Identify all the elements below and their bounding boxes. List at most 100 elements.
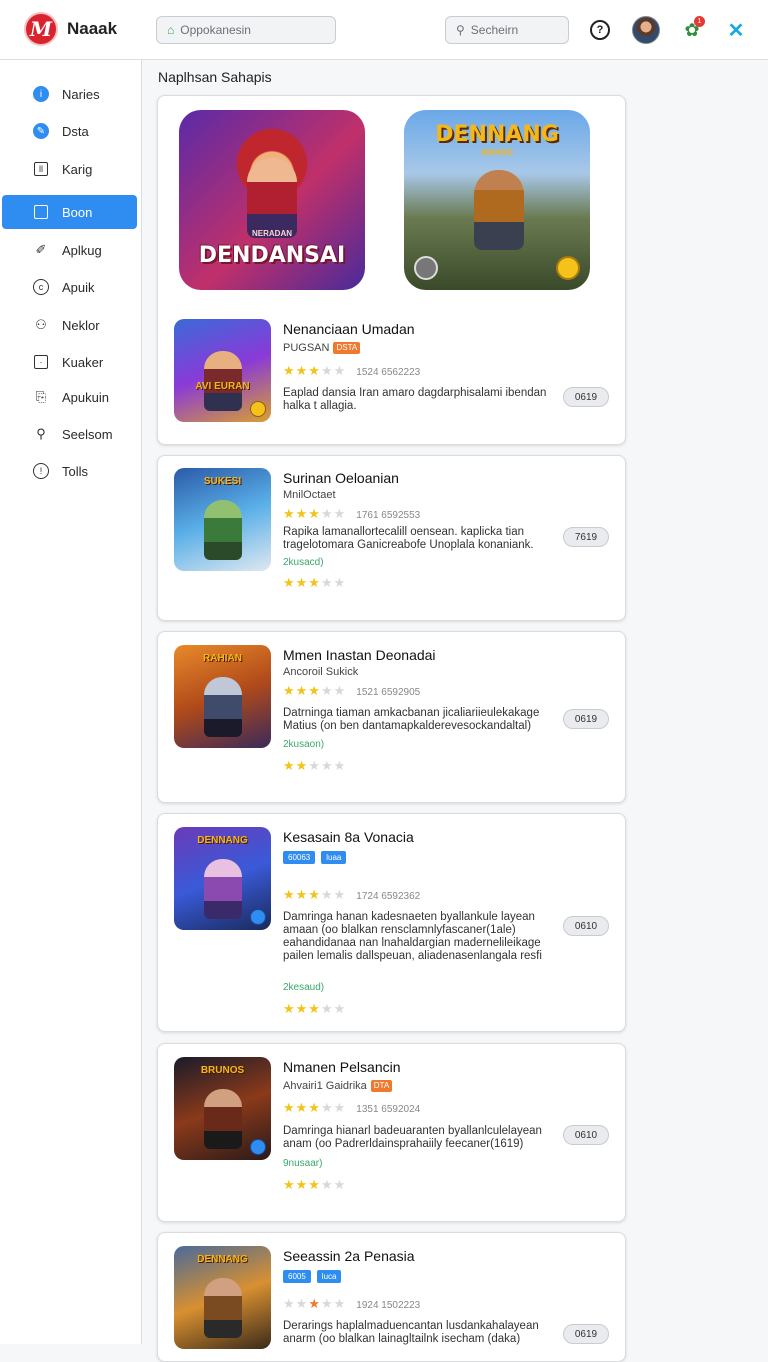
game-card: BRUNOS Nmanen Pelsancin Ahvairi1 Gaidrik… bbox=[157, 1043, 626, 1222]
filter-field[interactable]: ⌂ Oppokanesin bbox=[156, 16, 336, 44]
thumbnail-character bbox=[204, 1089, 242, 1149]
tag-row: 6005 luca bbox=[283, 1270, 342, 1283]
list-item[interactable]: AVI EURAN Nenanciaan Umadan PUGSAN DSTA … bbox=[174, 319, 614, 429]
featured-game-2[interactable]: DENNANG AIMANG bbox=[404, 110, 590, 290]
game-meta: 1521 6592905 bbox=[356, 687, 421, 698]
user-icon: ⚲ bbox=[36, 426, 46, 441]
alert-icon: ! bbox=[32, 462, 50, 480]
list-item[interactable]: RAHIAN Mmen Inastan Deonadai Ancoroil Su… bbox=[174, 645, 614, 795]
get-button[interactable]: 0610 bbox=[563, 916, 609, 936]
game-meta: 1761 6592553 bbox=[356, 510, 421, 521]
pen-icon: ✐ bbox=[35, 242, 47, 257]
get-button[interactable]: 0619 bbox=[563, 709, 609, 729]
game-note: 2kusaon) bbox=[283, 739, 325, 750]
featured-title: DENDANSAI bbox=[198, 243, 346, 268]
game-thumbnail[interactable]: RAHIAN bbox=[174, 645, 271, 748]
get-button[interactable]: 0619 bbox=[563, 1324, 609, 1344]
search-input[interactable]: ⚲ Secheirn bbox=[445, 16, 569, 44]
game-meta: 1924 1502223 bbox=[356, 1300, 421, 1311]
thumbnail-title: DENNANG bbox=[197, 835, 248, 846]
list-item[interactable]: BRUNOS Nmanen Pelsancin Ahvairi1 Gaidrik… bbox=[174, 1057, 614, 1217]
game-note: 9nusaar) bbox=[283, 1158, 323, 1169]
sidebar-item-boon[interactable]: Boon bbox=[2, 195, 137, 229]
game-meta: 1724 6592362 bbox=[356, 891, 421, 902]
game-description: Damringa hanan kadesnaeten byallankule l… bbox=[283, 911, 542, 962]
featured-character bbox=[474, 170, 524, 250]
sidebar-item-label: Naries bbox=[62, 86, 100, 102]
coin-icon bbox=[250, 401, 266, 417]
search-icon: ⚲ bbox=[456, 23, 465, 37]
sidebar-item-label: Neklor bbox=[62, 317, 100, 333]
sidebar-item-label: Karig bbox=[62, 161, 93, 177]
tag-badge: 6005 bbox=[283, 1270, 311, 1283]
rating-stars: ★★★★★ 1351 6592024 bbox=[283, 1100, 421, 1115]
tag-badge: DTA bbox=[370, 1080, 393, 1092]
sidebar-item-kuaker[interactable]: · Kuaker bbox=[2, 345, 137, 379]
list-item[interactable]: DENNANG Seeassin 2a Penasia 6005 luca ★★… bbox=[174, 1246, 614, 1356]
badge-icon bbox=[250, 1139, 266, 1155]
game-title: Mmen Inastan Deonadai bbox=[283, 647, 436, 663]
tag-row: 60063 luaa bbox=[283, 851, 347, 864]
network-icon: ⚇ bbox=[35, 317, 47, 332]
featured-subtitle: AIMANG bbox=[480, 148, 514, 157]
game-subtitle: PUGSAN DSTA bbox=[283, 342, 361, 354]
close-button[interactable]: ✕ bbox=[722, 16, 750, 44]
game-description: Rapika lamanallortecalill oensean. kapli… bbox=[283, 526, 534, 551]
game-title: Surinan Oeloanian bbox=[283, 470, 399, 486]
avatar[interactable] bbox=[632, 16, 660, 44]
thumbnail-title: AVI EURAN bbox=[195, 381, 250, 392]
filter-placeholder: Oppokanesin bbox=[180, 23, 251, 37]
list-item[interactable]: DENNANG Kesasain 8a Vonacia 60063 luaa ★… bbox=[174, 827, 614, 1027]
publisher: Ahvairi1 Gaidrika bbox=[283, 1080, 367, 1092]
sidebar-item-neklor[interactable]: ⚇ Neklor bbox=[2, 308, 137, 342]
sidebar-item-apukuin[interactable]: ⎘ Apukuin bbox=[2, 380, 137, 414]
export-icon: ⎘ bbox=[35, 389, 47, 404]
game-thumbnail[interactable]: DENNANG bbox=[174, 827, 271, 930]
game-description: Eaplad dansia Iran amaro dagdarphisalami… bbox=[283, 387, 547, 412]
notifications-button[interactable]: ✿ 1 bbox=[678, 16, 706, 44]
sidebar-item-label: Aplkug bbox=[62, 242, 102, 258]
get-button[interactable]: 0610 bbox=[563, 1125, 609, 1145]
get-button[interactable]: 0619 bbox=[563, 387, 609, 407]
sidebar-item-naries[interactable]: i Naries bbox=[2, 77, 137, 111]
help-button[interactable]: ? bbox=[586, 16, 614, 44]
sidebar-item-label: Kuaker bbox=[62, 354, 104, 370]
thumbnail-character bbox=[204, 677, 242, 737]
get-button[interactable]: 7619 bbox=[563, 527, 609, 547]
thumbnail-title: BRUNOS bbox=[200, 1065, 245, 1076]
thumbnail-title: SUKESI bbox=[203, 476, 242, 487]
app-logo[interactable]: M bbox=[24, 12, 58, 46]
rating-stars: ★★★★★ 1521 6592905 bbox=[283, 683, 421, 698]
rating-stars-secondary: ★★★★★ bbox=[283, 575, 347, 590]
thumbnail-character bbox=[204, 1278, 242, 1338]
sidebar: i Naries ✎ Dsta ll Karig Boon ✐ Aplkug c… bbox=[0, 60, 142, 1344]
badge-icon bbox=[250, 909, 266, 925]
game-description: Damringa hianarl badeuaranten byallanlcu… bbox=[283, 1125, 542, 1150]
game-card: SUKESI Surinan Oeloanian MnilOctaet ★★★★… bbox=[157, 455, 626, 621]
sidebar-item-label: Seelsom bbox=[62, 426, 113, 442]
list-item[interactable]: SUKESI Surinan Oeloanian MnilOctaet ★★★★… bbox=[174, 468, 614, 618]
game-thumbnail[interactable]: BRUNOS bbox=[174, 1057, 271, 1160]
info-icon: i bbox=[32, 85, 50, 103]
game-thumbnail[interactable]: DENNANG bbox=[174, 1246, 271, 1349]
sidebar-item-karig[interactable]: ll Karig bbox=[2, 152, 137, 186]
sidebar-item-aplkug[interactable]: ✐ Aplkug bbox=[2, 233, 137, 267]
sidebar-item-tolls[interactable]: ! Tolls bbox=[2, 454, 137, 488]
rating-stars: ★★★★★ 1524 6562223 bbox=[283, 363, 421, 378]
sidebar-item-label: Boon bbox=[62, 204, 93, 220]
rating-stars-secondary: ★★★★★ bbox=[283, 758, 347, 773]
sidebar-item-seelsom[interactable]: ⚲ Seelsom bbox=[2, 417, 137, 451]
featured-character bbox=[247, 158, 297, 238]
sidebar-item-label: Apukuin bbox=[62, 389, 109, 405]
tag-badge: luaa bbox=[321, 851, 347, 864]
help-icon: ? bbox=[590, 20, 610, 40]
game-note: 2kusacd) bbox=[283, 557, 324, 568]
game-thumbnail[interactable]: SUKESI bbox=[174, 468, 271, 571]
sidebar-item-dsta[interactable]: ✎ Dsta bbox=[2, 114, 137, 148]
featured-game-1[interactable]: NERADAN DENDANSAI bbox=[179, 110, 365, 290]
game-meta: 1524 6562223 bbox=[356, 367, 421, 378]
rating-stars: ★★★★★ 1761 6592553 bbox=[283, 506, 421, 521]
game-thumbnail[interactable]: AVI EURAN bbox=[174, 319, 271, 422]
sidebar-item-apuik[interactable]: c Apuik bbox=[2, 270, 137, 304]
game-subtitle: Ahvairi1 Gaidrika DTA bbox=[283, 1080, 393, 1092]
